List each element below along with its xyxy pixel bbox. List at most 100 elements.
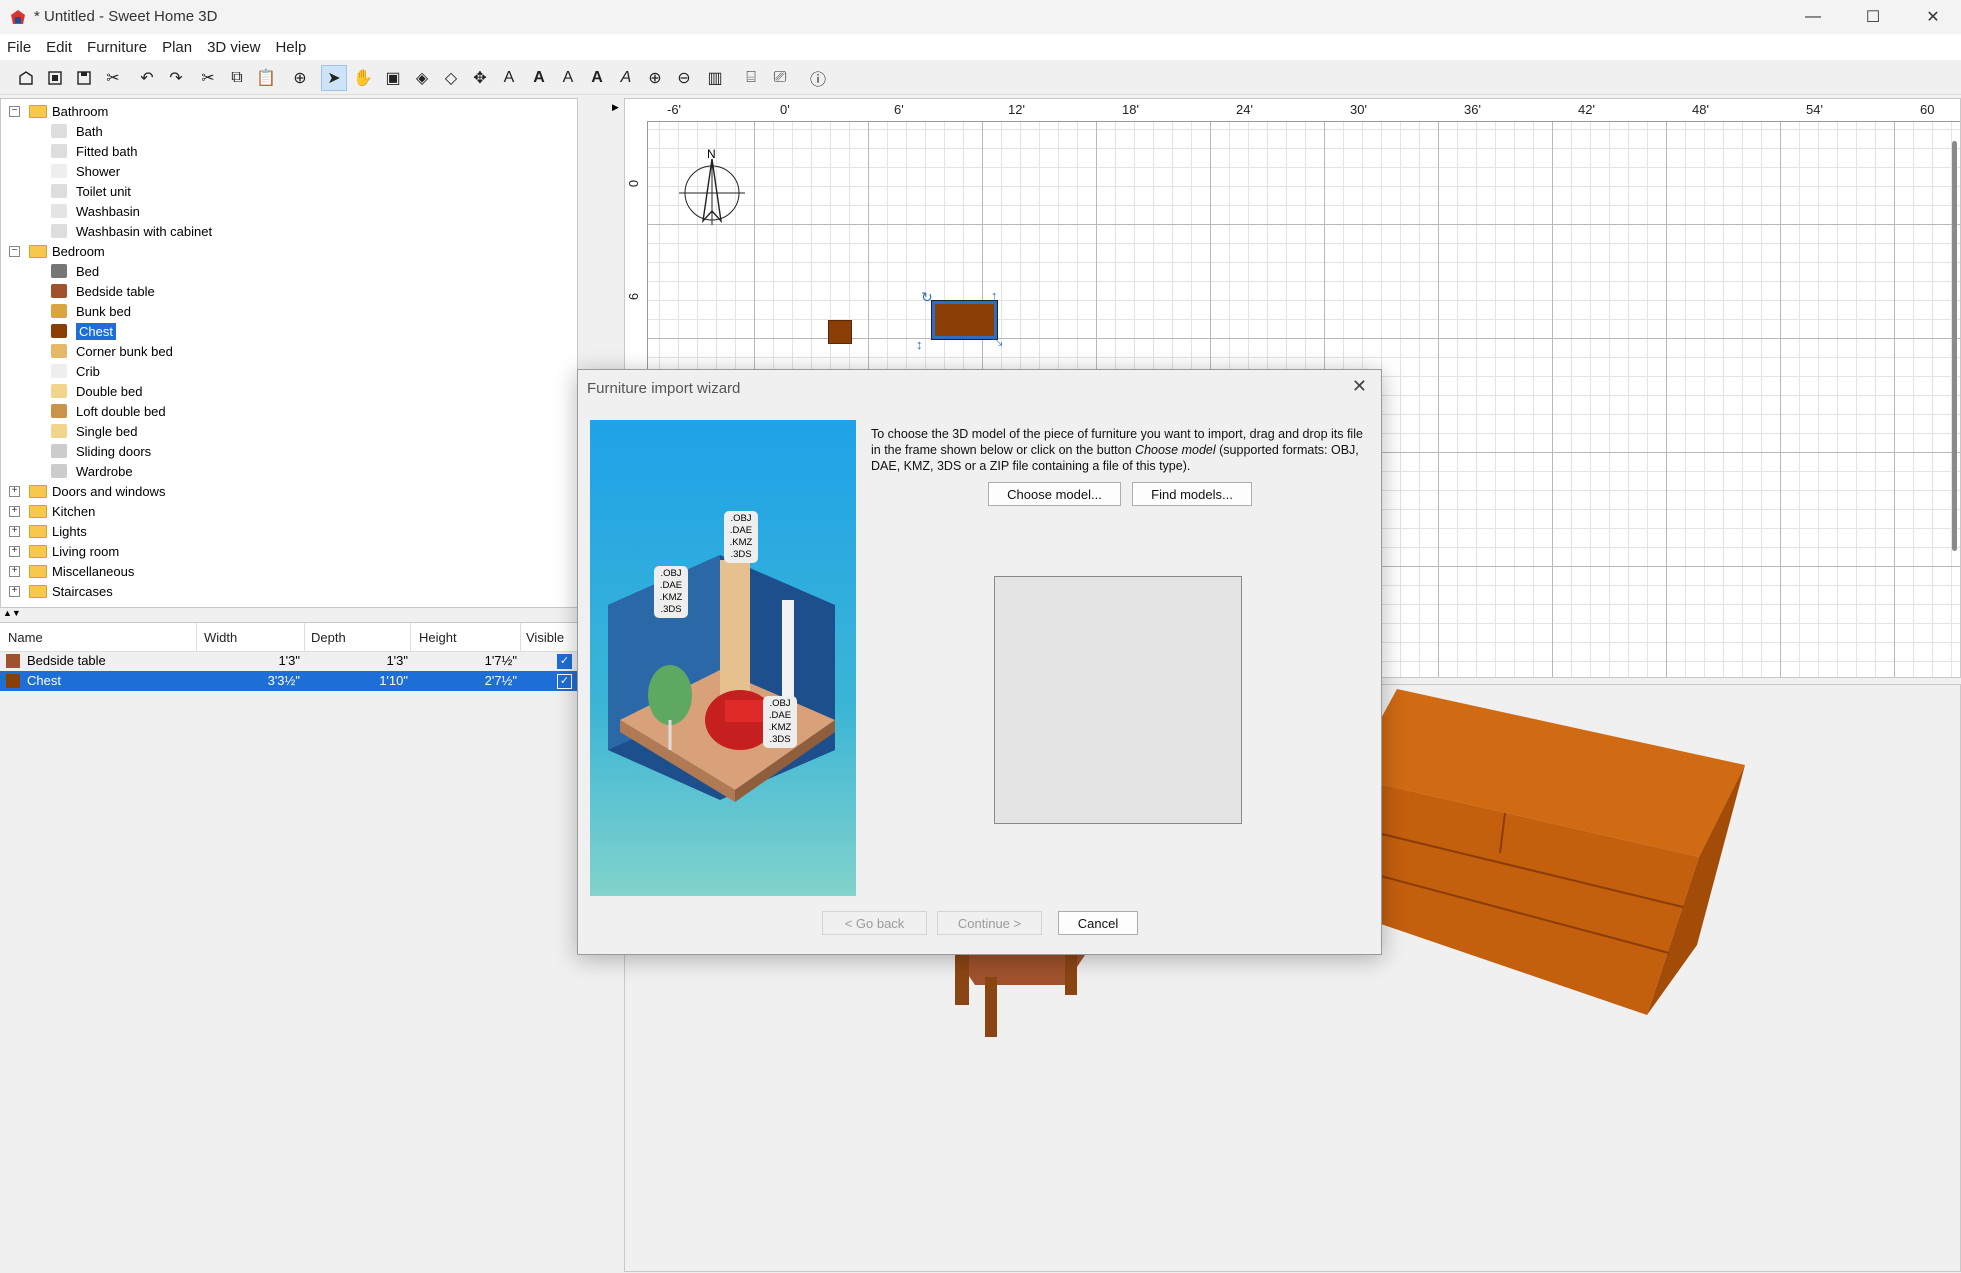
add-furniture-icon[interactable]: ⊕ — [287, 65, 313, 91]
help-icon[interactable]: ⓘ — [805, 65, 831, 91]
import-background-icon[interactable]: ▥ — [702, 65, 728, 91]
rotate-indicator-icon[interactable]: ↻ — [921, 289, 933, 306]
cut-furniture-icon[interactable]: ✂ — [100, 65, 126, 91]
collapse-icon[interactable]: − — [9, 105, 20, 117]
catalog-item[interactable]: Corner bunk bed — [51, 341, 173, 361]
category-miscellaneous[interactable]: + Miscellaneous — [9, 561, 134, 581]
catalog-item[interactable]: Double bed — [51, 381, 143, 401]
save-icon[interactable] — [71, 65, 97, 91]
select-mode-icon[interactable]: ➤ — [321, 65, 347, 91]
catalog-item-selected[interactable]: Chest — [51, 321, 116, 341]
decrease-text-icon[interactable]: A — [555, 65, 581, 91]
cut-icon[interactable]: ✂ — [195, 65, 221, 91]
category-bedroom[interactable]: − Bedroom — [9, 241, 105, 261]
catalog-item[interactable]: Toilet unit — [51, 181, 131, 201]
furniture-catalog-tree[interactable]: − Bathroom Bath Fitted bath Shower Toile… — [0, 98, 578, 608]
expand-icon[interactable]: + — [9, 525, 20, 537]
increase-text-icon[interactable]: A — [526, 65, 552, 91]
redo-icon[interactable]: ↷ — [163, 65, 189, 91]
table-row[interactable]: Bedside table 1'3" 1'3" 1'7½" ✓ — [0, 651, 578, 671]
splitter-arrow-icon[interactable]: ▶ — [612, 102, 619, 113]
bedside-table-plan-piece[interactable] — [828, 320, 852, 344]
splitter-arrows-icon[interactable]: ▲▼ — [3, 608, 21, 618]
find-models-button[interactable]: Find models... — [1132, 482, 1252, 506]
close-icon[interactable]: ✕ — [1352, 376, 1367, 397]
col-depth[interactable]: Depth — [311, 630, 346, 645]
zoom-in-icon[interactable]: ⊕ — [642, 65, 668, 91]
expand-icon[interactable]: + — [9, 485, 20, 497]
create-photo-icon[interactable]: ⌸ — [738, 65, 764, 91]
catalog-item[interactable]: Bath — [51, 121, 103, 141]
catalog-item[interactable]: Bunk bed — [51, 301, 131, 321]
elevate-indicator-icon[interactable]: ↕ — [916, 337, 923, 352]
category-staircases[interactable]: + Staircases — [9, 581, 113, 601]
menu-edit[interactable]: Edit — [39, 39, 80, 56]
italic-icon[interactable]: A — [613, 65, 639, 91]
catalog-item[interactable]: Loft double bed — [51, 401, 166, 421]
pan-mode-icon[interactable]: ✋ — [350, 65, 376, 91]
catalog-item[interactable]: Shower — [51, 161, 120, 181]
menu-help[interactable]: Help — [268, 39, 314, 56]
expand-icon[interactable]: + — [9, 545, 20, 557]
chest-plan-piece[interactable] — [931, 300, 998, 340]
menu-file[interactable]: File — [0, 39, 39, 56]
maximize-button[interactable]: ☐ — [1845, 0, 1901, 34]
category-kitchen[interactable]: + Kitchen — [9, 501, 95, 521]
open-icon[interactable] — [42, 65, 68, 91]
catalog-item[interactable]: Single bed — [51, 421, 137, 441]
undo-icon[interactable]: ↶ — [134, 65, 160, 91]
catalog-item[interactable]: Wardrobe — [51, 461, 133, 481]
create-dimensions-icon[interactable]: ✥ — [467, 65, 493, 91]
catalog-item[interactable]: Crib — [51, 361, 100, 381]
catalog-item[interactable]: Bed — [51, 261, 99, 281]
category-bathroom[interactable]: − Bathroom — [9, 101, 108, 121]
catalog-item[interactable]: Sliding doors — [51, 441, 151, 461]
col-visible[interactable]: Visible — [526, 630, 564, 645]
close-icon: ✕ — [1926, 9, 1940, 26]
menu-furniture[interactable]: Furniture — [80, 39, 155, 56]
catalog-item[interactable]: Fitted bath — [51, 141, 137, 161]
plan-scrollbar[interactable] — [1952, 141, 1957, 551]
height-indicator-icon[interactable]: ↑ — [991, 288, 998, 303]
create-polylines-icon[interactable]: ◇ — [438, 65, 464, 91]
catalog-item[interactable]: Washbasin — [51, 201, 140, 221]
close-window-button[interactable]: ✕ — [1905, 0, 1961, 34]
catalog-item[interactable]: Bedside table — [51, 281, 155, 301]
copy-icon[interactable]: ⧉ — [224, 65, 250, 91]
model-drop-zone[interactable] — [994, 576, 1242, 824]
visible-checkbox[interactable]: ✓ — [557, 654, 572, 669]
create-rooms-icon[interactable]: ◈ — [409, 65, 435, 91]
new-home-icon[interactable] — [13, 65, 39, 91]
col-name[interactable]: Name — [8, 630, 43, 645]
expand-icon[interactable]: + — [9, 585, 20, 597]
go-back-button[interactable]: < Go back — [822, 911, 927, 935]
continue-button[interactable]: Continue > — [937, 911, 1042, 935]
collapse-icon[interactable]: − — [9, 245, 20, 257]
create-walls-icon[interactable]: ▣ — [380, 65, 406, 91]
paste-icon[interactable]: 📋 — [253, 65, 279, 91]
expand-icon[interactable]: + — [9, 565, 20, 577]
resize-indicator-icon[interactable]: ⤡ — [992, 333, 1002, 349]
minimize-button[interactable]: — — [1785, 0, 1841, 34]
choose-model-button[interactable]: Choose model... — [988, 482, 1121, 506]
create-labels-icon[interactable]: A — [496, 65, 522, 91]
create-video-icon[interactable]: ⎚ — [767, 65, 793, 91]
column-divider — [520, 623, 521, 651]
horizontal-splitter[interactable]: ▲▼ — [0, 608, 578, 620]
category-lights[interactable]: + Lights — [9, 521, 87, 541]
chest-icon — [6, 674, 20, 688]
category-doors-and-windows[interactable]: + Doors and windows — [9, 481, 165, 501]
cancel-button[interactable]: Cancel — [1058, 911, 1138, 935]
table-row-selected[interactable]: Chest 3'3½" 1'10" 2'7½" ✓ — [0, 671, 578, 691]
visible-checkbox[interactable]: ✓ — [557, 674, 572, 689]
zoom-out-icon[interactable]: ⊖ — [671, 65, 697, 91]
menu-plan[interactable]: Plan — [155, 39, 200, 56]
bold-icon[interactable]: A — [584, 65, 610, 91]
furniture-table[interactable]: Name Width Depth Height Visible Bedside … — [0, 622, 578, 1273]
col-height[interactable]: Height — [419, 630, 457, 645]
category-living-room[interactable]: + Living room — [9, 541, 119, 561]
menu-3d-view[interactable]: 3D view — [200, 39, 268, 56]
catalog-item[interactable]: Washbasin with cabinet — [51, 221, 212, 241]
expand-icon[interactable]: + — [9, 505, 20, 517]
col-width[interactable]: Width — [204, 630, 237, 645]
